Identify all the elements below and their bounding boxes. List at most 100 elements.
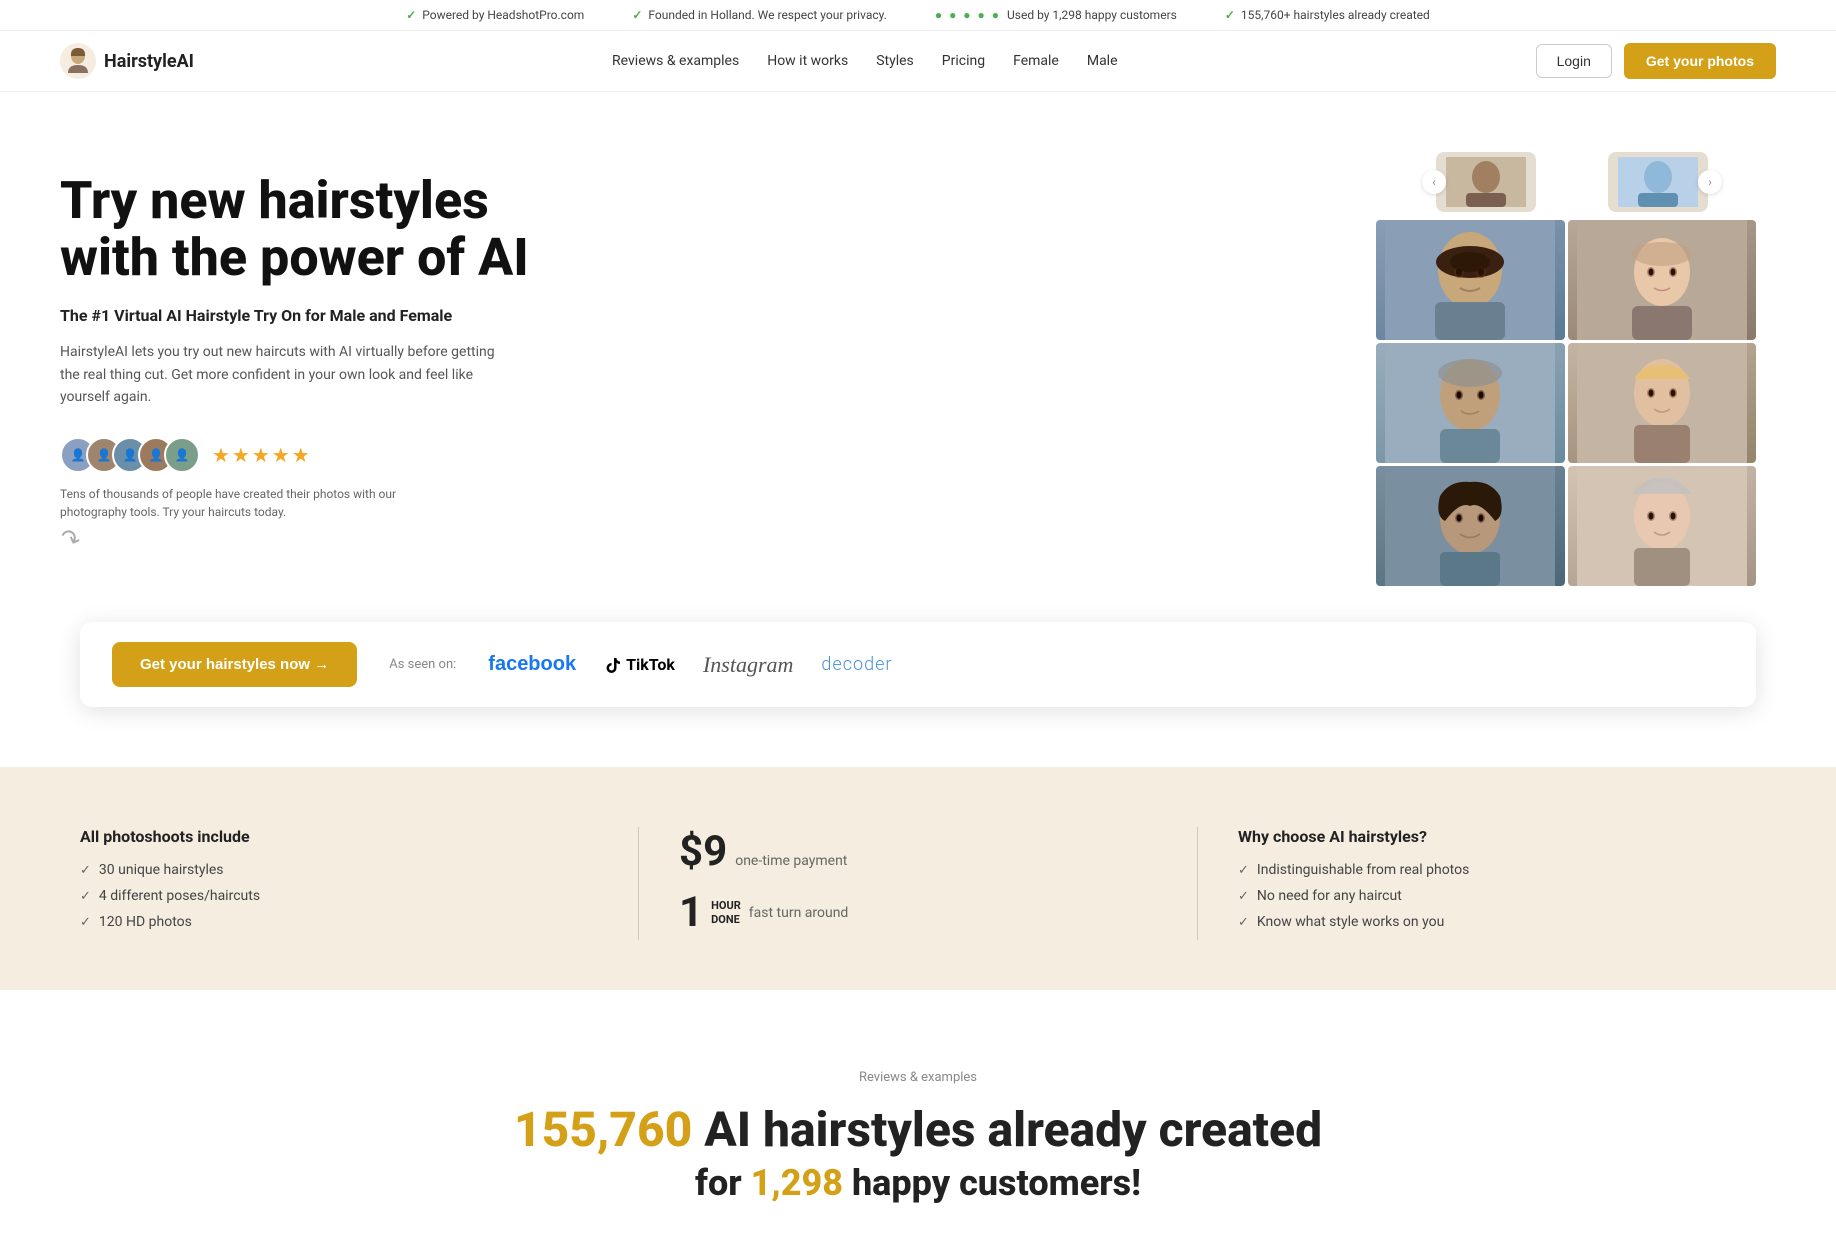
hero-section: Try new hairstyles with the power of AI … (0, 92, 1836, 612)
check-icon-f1: ✓ (80, 863, 91, 878)
feature-item-label-6: Know what style works on you (1257, 914, 1444, 930)
top-bar-item-1: ✓ Powered by HeadshotPro.com (406, 8, 584, 22)
nav-reviews[interactable]: Reviews & examples (612, 53, 739, 69)
top-bar-item-4: ✓ 155,760+ hairstyles already created (1225, 8, 1430, 22)
nav-styles[interactable]: Styles (876, 53, 914, 69)
social-bar-wrapper: Get your hairstyles now → As seen on: fa… (0, 612, 1836, 767)
face-cell-6 (1568, 466, 1757, 586)
hero-content: Try new hairstyles with the power of AI … (60, 152, 529, 553)
nav-links: Reviews & examples How it works Styles P… (612, 53, 1117, 69)
star-rating: ★★★★★ (212, 443, 312, 467)
feature-item-label-2: 4 different poses/haircuts (99, 888, 260, 904)
stats-subtitle: for 1,298 happy customers! (60, 1162, 1776, 1204)
check-icon-f2: ✓ (80, 889, 91, 904)
face-cell-4 (1568, 343, 1757, 463)
social-proof-bar: Get your hairstyles now → As seen on: fa… (80, 622, 1756, 707)
avatar-5: 👤 (164, 437, 200, 473)
stars-icon: ● ● ● ● ● (935, 8, 1001, 22)
nav-female[interactable]: Female (1013, 53, 1059, 69)
logo-text: HairstyleAI (104, 51, 194, 72)
instagram-logo: Instagram (703, 652, 793, 678)
feature-col-2: $9 one-time payment 1 HOURDONE fast turn… (639, 827, 1197, 937)
face-cell-2 (1568, 220, 1757, 340)
prev-arrow-icon[interactable]: ‹ (1422, 170, 1446, 194)
price-block: $9 one-time payment (679, 827, 1157, 876)
check-icon-1: ✓ (406, 8, 416, 22)
feature-item-4: ✓ Indistinguishable from real photos (1238, 862, 1716, 878)
tiktok-icon (604, 656, 622, 674)
hero-title: Try new hairstyles with the power of AI (60, 172, 529, 286)
login-button[interactable]: Login (1536, 44, 1612, 78)
before-after-row: ‹ › (1376, 152, 1776, 212)
hero-avatars: 👤 👤 👤 👤 👤 ★★★★★ (60, 437, 529, 473)
top-bar: ✓ Powered by HeadshotPro.com ✓ Founded i… (0, 0, 1836, 31)
as-seen-on-label: As seen on: (389, 657, 456, 672)
after-thumb: › (1608, 152, 1708, 212)
hero-social-proof: Tens of thousands of people have created… (60, 485, 400, 521)
feature-item-label-3: 120 HD photos (99, 914, 192, 930)
nav-pricing[interactable]: Pricing (942, 53, 985, 69)
brand-logos: facebook TikTok Instagram decoder (488, 652, 892, 678)
stats-title-text: AI hairstyles already created (704, 1101, 1322, 1158)
top-bar-item-2: ✓ Founded in Holland. We respect your pr… (632, 8, 887, 22)
hero-description: HairstyleAI lets you try out new haircut… (60, 341, 500, 408)
check-icon-4: ✓ (1225, 8, 1235, 22)
nav-male[interactable]: Male (1087, 53, 1118, 69)
feature-item-3: ✓ 120 HD photos (80, 914, 598, 930)
logo-icon (60, 43, 96, 79)
feature-list-3: ✓ Indistinguishable from real photos ✓ N… (1238, 862, 1716, 930)
time-label: fast turn around (749, 905, 849, 921)
face-cell-1 (1376, 220, 1565, 340)
top-bar-text-2: Founded in Holland. We respect your priv… (648, 8, 886, 22)
top-bar-item-3: ● ● ● ● ● Used by 1,298 happy customers (935, 8, 1177, 22)
feature-item-5: ✓ No need for any haircut (1238, 888, 1716, 904)
feature-item-6: ✓ Know what style works on you (1238, 914, 1716, 930)
avatar-group: 👤 👤 👤 👤 👤 (60, 437, 200, 473)
nav-how-it-works[interactable]: How it works (767, 53, 848, 69)
price-time: 1 HOURDONE fast turn around (679, 888, 1157, 937)
stats-section: Reviews & examples 155,760 AI hairstyles… (0, 990, 1836, 1244)
feature-title-3: Why choose AI hairstyles? (1238, 827, 1716, 846)
navigation: HairstyleAI Reviews & examples How it wo… (0, 31, 1836, 92)
time-number: 1 (679, 888, 703, 937)
next-arrow-icon[interactable]: › (1698, 170, 1722, 194)
check-icon-f3: ✓ (80, 915, 91, 930)
facebook-logo: facebook (488, 653, 576, 676)
face-cell-5 (1376, 466, 1565, 586)
feature-item-2: ✓ 4 different poses/haircuts (80, 888, 598, 904)
tiktok-logo: TikTok (604, 655, 675, 674)
get-hairstyles-button[interactable]: Get your hairstyles now → (112, 642, 357, 687)
nav-actions: Login Get your photos (1536, 43, 1776, 79)
top-bar-text-3: Used by 1,298 happy customers (1007, 8, 1177, 22)
before-thumb: ‹ (1436, 152, 1536, 212)
top-bar-text-4: 155,760+ hairstyles already created (1241, 8, 1430, 22)
arrow-down-icon: ↷ (56, 522, 84, 555)
check-icon-f4: ✓ (1238, 863, 1249, 878)
decoder-logo: decoder (821, 654, 892, 675)
face-grid (1376, 220, 1756, 586)
stats-number: 155,760 (514, 1101, 692, 1158)
features-section: All photoshoots include ✓ 30 unique hair… (0, 767, 1836, 990)
feature-item-label-5: No need for any haircut (1257, 888, 1402, 904)
feature-title-1: All photoshoots include (80, 827, 598, 846)
price-label: one-time payment (735, 853, 847, 869)
stats-section-label: Reviews & examples (60, 1070, 1776, 1085)
price-amount: $9 (679, 827, 727, 876)
feature-item-label-1: 30 unique hairstyles (99, 862, 224, 878)
feature-item-label-4: Indistinguishable from real photos (1257, 862, 1469, 878)
get-photos-button[interactable]: Get your photos (1624, 43, 1776, 79)
stats-title: 155,760 AI hairstyles already created (60, 1101, 1776, 1158)
hero-subtitle: The #1 Virtual AI Hairstyle Try On for M… (60, 306, 529, 325)
logo[interactable]: HairstyleAI (60, 43, 194, 79)
feature-col-3: Why choose AI hairstyles? ✓ Indistinguis… (1198, 827, 1756, 940)
feature-list-1: ✓ 30 unique hairstyles ✓ 4 different pos… (80, 862, 598, 930)
feature-col-1: All photoshoots include ✓ 30 unique hair… (80, 827, 638, 940)
feature-item-1: ✓ 30 unique hairstyles (80, 862, 598, 878)
check-icon-f5: ✓ (1238, 889, 1249, 904)
check-icon-2: ✓ (632, 8, 642, 22)
features-grid: All photoshoots include ✓ 30 unique hair… (80, 827, 1756, 940)
check-icon-f6: ✓ (1238, 915, 1249, 930)
time-unit: HOURDONE (711, 899, 741, 925)
top-bar-text-1: Powered by HeadshotPro.com (422, 8, 584, 22)
face-cell-3 (1376, 343, 1565, 463)
